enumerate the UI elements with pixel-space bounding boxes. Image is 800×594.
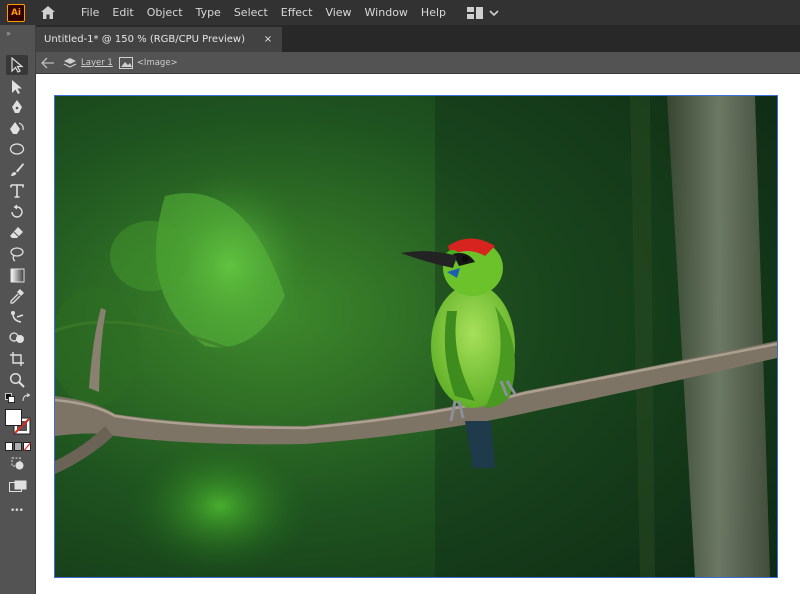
- fill-swatch-icon[interactable]: [5, 409, 22, 426]
- type-tool[interactable]: [6, 181, 28, 201]
- fill-stroke-swatch[interactable]: [5, 409, 33, 437]
- ellipse-tool-icon: [9, 143, 25, 155]
- menu-select[interactable]: Select: [234, 0, 268, 25]
- shape-builder-tool[interactable]: [6, 328, 28, 348]
- bird-on-branch-photo: [55, 96, 777, 577]
- zoom-tool[interactable]: [6, 370, 28, 390]
- breadcrumb: Layer 1 <Image>: [36, 52, 800, 74]
- draw-mode-icon[interactable]: [11, 457, 25, 471]
- menu-view[interactable]: View: [325, 0, 351, 25]
- shape-builder-tool-icon: [9, 332, 24, 343]
- artboard-tool-icon: [10, 352, 24, 366]
- paintbrush-tool-icon: [11, 163, 24, 176]
- panel-grip[interactable]: »: [6, 29, 11, 38]
- workspace-switcher-icon: [467, 6, 483, 19]
- gradient-tool-icon: [10, 268, 24, 282]
- default-colors-icon[interactable]: [5, 393, 15, 403]
- placed-image[interactable]: [54, 95, 778, 578]
- canvas-area[interactable]: [36, 74, 800, 594]
- rotate-tool[interactable]: [6, 202, 28, 222]
- layer-icon: [63, 57, 77, 68]
- eyedropper-tool[interactable]: [6, 286, 28, 306]
- lasso-tool[interactable]: [6, 244, 28, 264]
- menu-bar: Ai File Edit Object Type Select Effect V…: [0, 0, 800, 25]
- menu-effect[interactable]: Effect: [281, 0, 313, 25]
- puppet-warp-tool[interactable]: [6, 307, 28, 327]
- close-tab-button[interactable]: ×: [254, 27, 282, 52]
- menu-edit[interactable]: Edit: [112, 0, 133, 25]
- menu-object[interactable]: Object: [147, 0, 183, 25]
- menu-window[interactable]: Window: [365, 0, 408, 25]
- pen-tool[interactable]: [6, 97, 28, 117]
- home-icon[interactable]: [39, 4, 57, 22]
- workspace-switcher[interactable]: [467, 6, 499, 19]
- direct-selection-tool[interactable]: [6, 77, 28, 97]
- rotate-tool-icon: [11, 204, 23, 218]
- color-mode-icons[interactable]: [5, 442, 31, 451]
- more-tools-button[interactable]: •••: [10, 506, 24, 516]
- eyedropper-tool-icon: [10, 289, 24, 304]
- gradient-tool[interactable]: [6, 265, 28, 285]
- image-icon: [118, 56, 133, 69]
- pen-tool-icon: [12, 100, 22, 113]
- document-tab[interactable]: Untitled-1* @ 150 % (RGB/CPU Preview) ×: [36, 27, 282, 52]
- puppet-warp-tool-icon: [11, 311, 24, 323]
- tools-panel: » •••: [0, 25, 36, 594]
- eraser-tool[interactable]: [6, 223, 28, 243]
- document-tab-bar: Untitled-1* @ 150 % (RGB/CPU Preview) ×: [36, 25, 800, 52]
- menu-help[interactable]: Help: [421, 0, 446, 25]
- menu-items: File Edit Object Type Select Effect View…: [81, 0, 459, 25]
- document-tab-title: Untitled-1* @ 150 % (RGB/CPU Preview): [44, 34, 245, 45]
- type-tool-icon: [10, 184, 24, 198]
- direct-selection-tool-icon: [12, 80, 22, 94]
- app-logo: Ai: [7, 3, 25, 22]
- chevron-down-icon: [489, 9, 499, 16]
- breadcrumb-image[interactable]: <Image>: [137, 58, 178, 68]
- paintbrush-tool[interactable]: [6, 160, 28, 180]
- ellipse-tool[interactable]: [6, 139, 28, 159]
- back-arrow-icon[interactable]: [41, 57, 55, 69]
- artboard-tool[interactable]: [6, 349, 28, 369]
- zoom-tool-icon: [9, 372, 25, 388]
- swap-colors-icon[interactable]: [21, 393, 31, 403]
- eraser-tool-icon: [10, 227, 23, 238]
- screen-mode-icon[interactable]: [9, 480, 27, 492]
- menu-file[interactable]: File: [81, 0, 99, 25]
- breadcrumb-layer[interactable]: Layer 1: [81, 58, 113, 68]
- curvature-tool-icon: [10, 122, 24, 134]
- lasso-tool-icon: [10, 247, 24, 262]
- curvature-tool[interactable]: [6, 118, 28, 138]
- selection-tool[interactable]: [6, 55, 28, 75]
- menu-type[interactable]: Type: [196, 0, 221, 25]
- selection-tool-icon: [11, 57, 24, 73]
